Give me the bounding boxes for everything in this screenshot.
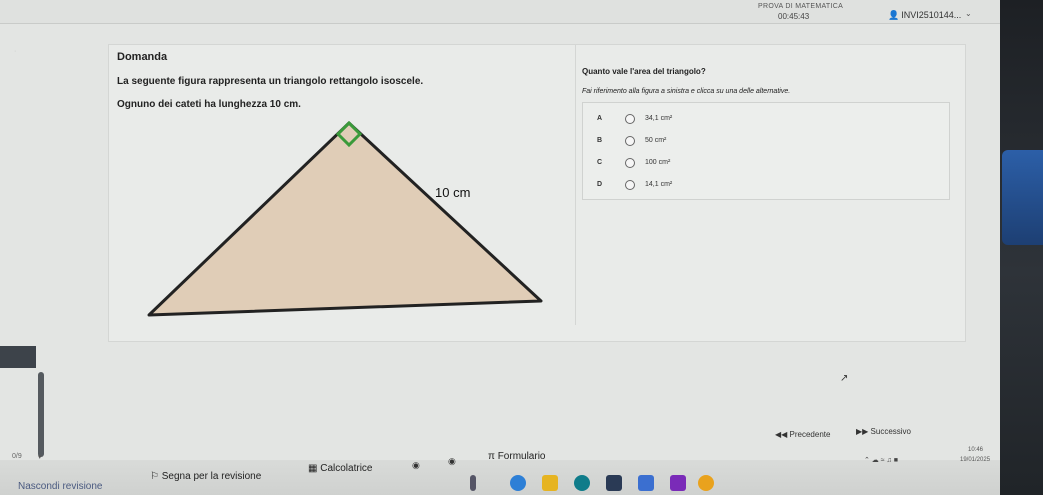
taskbar-app-icon[interactable] [470, 475, 476, 491]
radio-button[interactable] [625, 114, 635, 124]
question-text-line2: Ognuno dei cateti ha lunghezza 10 cm. [117, 99, 301, 110]
calculator-label: Calcolatrice [320, 463, 373, 474]
triangle-shape [147, 121, 543, 317]
previous-button[interactable]: ◀◀ Precedente [775, 430, 830, 439]
background-object [1002, 150, 1043, 245]
option-value: 14,1 cm² [645, 181, 673, 188]
side-panel-tab[interactable] [0, 346, 36, 368]
flag-icon: ⚐ [150, 471, 162, 482]
answer-panel: Quanto vale l'area del triangolo? Fai ri… [575, 45, 965, 325]
ghost-text: · [14, 48, 17, 55]
next-label: Successivo [870, 427, 911, 436]
double-chevron-right-icon: ▶▶ [856, 427, 871, 436]
app-icon[interactable] [670, 475, 686, 491]
options-box: A 34,1 cm² B 50 cm² C 100 cm² D 14,1 cm² [582, 102, 950, 200]
user-id-label: INVI2510144... [901, 10, 962, 20]
question-panel: Domanda La seguente figura rappresenta u… [109, 45, 571, 325]
answer-instruction: Fai riferimento alla figura a sinistra e… [582, 88, 791, 95]
answer-question: Quanto vale l'area del triangolo? [582, 67, 706, 76]
browser-icon[interactable] [574, 475, 590, 491]
exam-timer: 00:45:43 [778, 12, 810, 21]
option-a[interactable]: A 34,1 cm² [593, 112, 933, 128]
clock-date: 19/01/2025 [960, 457, 991, 463]
clock-icon[interactable]: ◉ [412, 460, 420, 471]
user-icon: 👤 [888, 10, 900, 20]
formulas-button[interactable]: π Formulario [488, 451, 545, 462]
option-b[interactable]: B 50 cm² [593, 134, 933, 150]
option-letter: B [597, 137, 603, 144]
radio-button[interactable] [625, 180, 635, 190]
os-taskbar [470, 475, 800, 495]
question-text-line1: La seguente figura rappresenta un triang… [117, 76, 424, 87]
flag-review-button[interactable]: ⚐ Segna per la revisione [150, 471, 261, 482]
exam-screen: PROVA DI MATEMATICA 00:45:43 👤 INVI251014… [0, 0, 1000, 495]
option-value: 50 cm² [645, 137, 667, 144]
option-letter: A [597, 115, 603, 122]
question-heading: Domanda [117, 51, 168, 63]
exam-header: PROVA DI MATEMATICA 00:45:43 👤 INVI251014… [0, 0, 1000, 24]
system-tray-icons[interactable]: ⌃ ☁ ≈ ♫ ■ [864, 456, 898, 464]
progress-counter: 0/9 [12, 453, 22, 460]
radio-button[interactable] [625, 136, 635, 146]
previous-label: Precedente [789, 430, 831, 439]
hide-review-button[interactable]: Nascondi revisione [18, 481, 103, 492]
option-value: 34,1 cm² [645, 115, 673, 122]
clock-time: 10:46 [968, 447, 984, 453]
calculator-icon: ▦ [308, 463, 321, 474]
leg-length-label: 10 cm [435, 185, 470, 200]
triangle-figure: 10 cm [147, 120, 543, 317]
mouse-cursor-icon: ↗ [840, 373, 849, 384]
edge-icon[interactable] [510, 475, 526, 491]
content-frame: Domanda La seguente figura rappresenta u… [108, 44, 966, 342]
store-icon[interactable] [606, 475, 622, 491]
double-chevron-left-icon: ◀◀ [775, 430, 790, 439]
option-value: 100 cm² [645, 159, 671, 166]
user-menu[interactable]: 👤 INVI2510144... [888, 10, 961, 21]
clock-icon[interactable]: ◉ [448, 456, 456, 467]
flag-review-label: Segna per la revisione [161, 471, 262, 482]
scrollbar[interactable] [38, 372, 44, 457]
formulas-label: Formulario [497, 451, 546, 462]
next-button[interactable]: ▶▶ Successivo [856, 427, 911, 436]
file-explorer-icon[interactable] [542, 475, 558, 491]
radio-button[interactable] [625, 158, 635, 168]
chevron-down-icon[interactable]: ⌄ [965, 9, 972, 18]
option-letter: D [597, 181, 603, 188]
mail-icon[interactable] [638, 475, 654, 491]
option-d[interactable]: D 14,1 cm² [593, 178, 933, 194]
exam-title: PROVA DI MATEMATICA [758, 3, 844, 10]
option-letter: C [597, 159, 603, 166]
calculator-button[interactable]: ▦ Calcolatrice [308, 463, 372, 474]
pi-icon: π [488, 451, 498, 462]
option-c[interactable]: C 100 cm² [593, 156, 933, 172]
screen-bezel [1000, 0, 1043, 495]
chrome-icon[interactable] [698, 475, 714, 491]
